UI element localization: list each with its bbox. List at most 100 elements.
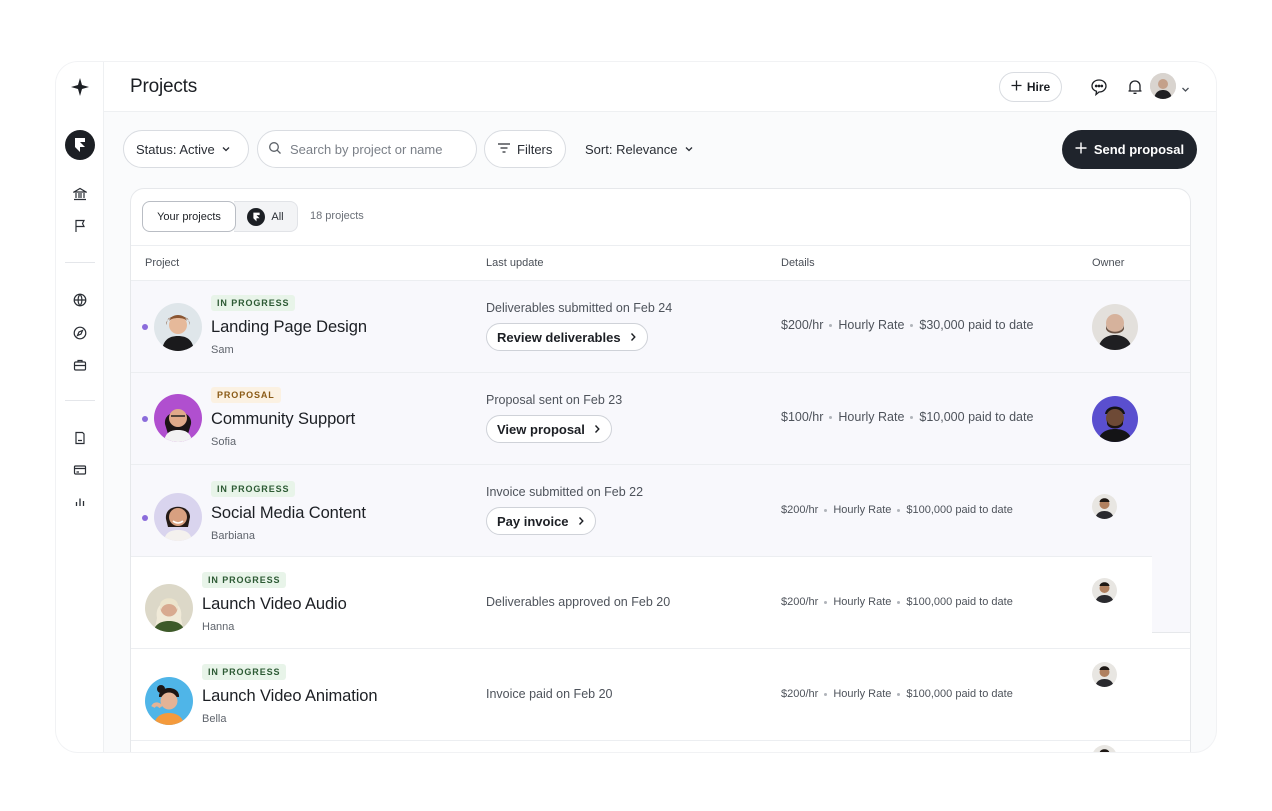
review-deliverables-button[interactable]: Review deliverables — [486, 323, 648, 351]
unread-dot — [142, 515, 148, 521]
project-name[interactable]: Social Media Content — [211, 504, 366, 523]
owner-avatar[interactable] — [1092, 494, 1117, 519]
rate: $200/hr — [781, 318, 824, 332]
bell-icon[interactable] — [1124, 76, 1146, 98]
globe-icon[interactable] — [68, 288, 92, 312]
rate-type: Hourly Rate — [838, 318, 905, 332]
chevron-right-icon — [593, 422, 601, 437]
rate: $200/hr — [781, 504, 819, 516]
rate: $200/hr — [781, 688, 819, 700]
table-row[interactable]: PROPOSAL Community Support Sofia Proposa… — [131, 373, 1190, 465]
bank-icon[interactable] — [68, 182, 92, 206]
avatar — [145, 677, 193, 725]
brand-star-icon[interactable] — [68, 75, 92, 99]
status-filter-dropdown[interactable]: Status: Active — [123, 130, 249, 168]
owner-avatar[interactable] — [1092, 396, 1138, 442]
last-update-text: Invoice submitted on Feb 22 — [486, 485, 644, 499]
avatar — [154, 394, 202, 442]
details: $100/hr Hourly Rate $10,000 paid to date — [781, 410, 1033, 424]
compass-icon[interactable] — [68, 321, 92, 345]
freelancer-name: Barbiana — [211, 530, 256, 542]
project-name[interactable]: Community Support — [211, 410, 355, 429]
search-input[interactable] — [290, 141, 470, 157]
document-icon[interactable] — [68, 426, 92, 450]
project-name[interactable]: Launch Video Animation — [202, 687, 378, 706]
filters-button[interactable]: Filters — [484, 130, 566, 168]
status-badge: IN PROGRESS — [202, 572, 287, 588]
sort-label: Sort: Relevance — [585, 141, 678, 157]
tab-all[interactable]: All — [234, 201, 298, 232]
projects-table-panel: Your projects All 18 projects Project La… — [130, 188, 1191, 752]
page-title: Projects — [130, 76, 198, 97]
chevron-right-icon — [577, 514, 585, 529]
table-row[interactable]: IN PROGRESS Launch Video Animation Bella… — [131, 649, 1190, 741]
separator-dot — [910, 323, 914, 327]
freelancer-name: Hanna — [202, 621, 235, 633]
view-proposal-button[interactable]: View proposal — [486, 415, 612, 443]
paid-to-date: $100,000 paid to date — [906, 688, 1013, 700]
table-row[interactable]: IN PROGRESS Launch Video Audio Hanna Del… — [131, 557, 1190, 649]
hire-label: Hire — [1026, 80, 1051, 94]
rate-type: Hourly Rate — [833, 596, 892, 608]
owner-avatar[interactable] — [1092, 745, 1117, 752]
details: $200/hr Hourly Rate $100,000 paid to dat… — [781, 688, 1013, 700]
column-header-project[interactable]: Project — [145, 257, 179, 269]
sort-dropdown[interactable]: Sort: Relevance — [585, 130, 694, 168]
chevron-down-icon[interactable] — [1181, 81, 1190, 99]
separator-dot — [829, 323, 833, 327]
project-name[interactable]: Landing Page Design — [211, 318, 367, 337]
flag-icon[interactable] — [68, 214, 92, 238]
project-name[interactable]: Launch Video Audio — [202, 595, 347, 614]
column-header-details[interactable]: Details — [781, 257, 815, 269]
owner-avatar[interactable] — [1092, 578, 1117, 603]
table-row[interactable]: IN PROGRESS Landing Page Design Sam Deli… — [131, 281, 1190, 373]
owner-avatar[interactable] — [1092, 662, 1117, 687]
pay-invoice-button[interactable]: Pay invoice — [486, 507, 596, 535]
owner-avatar[interactable] — [1092, 304, 1138, 350]
search-icon — [268, 141, 282, 158]
tab-your-projects[interactable]: Your projects — [142, 201, 236, 232]
separator-dot — [824, 600, 828, 604]
separator-dot — [829, 415, 833, 419]
column-header-owner[interactable]: Owner — [1092, 257, 1124, 269]
sidebar-divider — [65, 400, 95, 401]
paid-to-date: $30,000 paid to date — [919, 318, 1034, 332]
freelancer-name: Bella — [202, 713, 227, 725]
filter-icon — [497, 142, 511, 157]
send-proposal-label: Send proposal — [1093, 142, 1185, 157]
chevron-right-icon — [629, 330, 637, 345]
chat-icon[interactable] — [1088, 76, 1110, 98]
chart-icon[interactable] — [68, 490, 92, 514]
briefcase-icon[interactable] — [68, 353, 92, 377]
column-header-last-update[interactable]: Last update — [486, 257, 544, 269]
plus-icon — [1075, 142, 1087, 157]
last-update-text: Deliverables submitted on Feb 24 — [486, 301, 673, 315]
plus-icon — [1011, 80, 1022, 94]
freelancer-name: Sofia — [211, 436, 237, 448]
unread-dot — [142, 416, 148, 422]
avatar — [154, 493, 202, 541]
rate: $100/hr — [781, 410, 824, 424]
action-label: Pay invoice — [497, 513, 569, 529]
hire-button[interactable]: Hire — [999, 72, 1062, 102]
brand-logo-icon[interactable] — [65, 130, 95, 160]
status-badge: IN PROGRESS — [211, 481, 296, 497]
paid-to-date: $100,000 paid to date — [906, 504, 1013, 516]
separator-dot — [824, 692, 828, 696]
details: $200/hr Hourly Rate $100,000 paid to dat… — [781, 504, 1013, 516]
card-icon[interactable] — [68, 458, 92, 482]
last-update-text: Deliverables approved on Feb 20 — [486, 595, 671, 609]
unread-dot — [142, 324, 148, 330]
status-label: Status: Active — [136, 141, 215, 157]
rate-type: Hourly Rate — [833, 504, 892, 516]
table-row[interactable]: IN PROGRESS Social Media Content Barbian… — [131, 465, 1190, 557]
user-avatar[interactable] — [1150, 73, 1176, 99]
details: $200/hr Hourly Rate $100,000 paid to dat… — [781, 596, 1013, 608]
freelancer-name: Sam — [211, 344, 234, 356]
rate-type: Hourly Rate — [838, 410, 905, 424]
chevron-down-icon — [221, 142, 231, 157]
action-label: Review deliverables — [497, 329, 621, 345]
separator-dot — [824, 508, 828, 512]
brand-logo-icon — [247, 207, 266, 226]
send-proposal-button[interactable]: Send proposal — [1062, 130, 1197, 169]
